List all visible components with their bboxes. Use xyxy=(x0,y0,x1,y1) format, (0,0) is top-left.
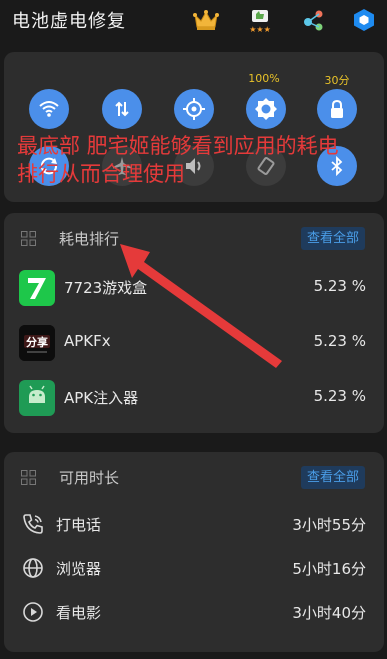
annotation-arrow xyxy=(120,244,282,368)
